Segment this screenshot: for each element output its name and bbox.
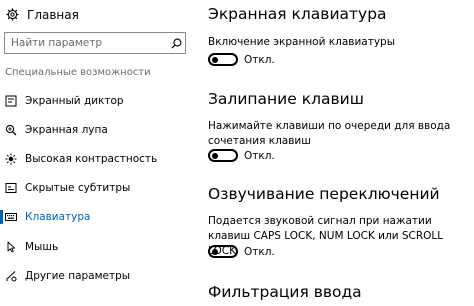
- search-input[interactable]: Найти параметр: [4, 32, 186, 54]
- sidebar-item-other-options[interactable]: Другие параметры: [0, 267, 200, 285]
- mouse-icon: [0, 241, 22, 253]
- main-content: Экранная клавиатура Включение экранной к…: [208, 0, 474, 306]
- captions-icon: [0, 182, 22, 194]
- magnifier-icon: [0, 124, 22, 136]
- home-link[interactable]: Главная: [6, 6, 79, 24]
- section-title-toggle-keys: Озвучивание переключений: [208, 185, 440, 203]
- contrast-icon: [0, 153, 22, 165]
- sidebar-item-label: Экранный диктор: [25, 95, 124, 107]
- sidebar-item-narrator[interactable]: Экранный диктор: [0, 92, 200, 110]
- sidebar-item-high-contrast[interactable]: Высокая контрастность: [0, 150, 200, 168]
- toggle-state-label: Откл.: [244, 149, 275, 162]
- toggle-switch[interactable]: [208, 53, 238, 66]
- section-title-on-screen-keyboard: Экранная клавиатура: [208, 5, 387, 23]
- search-icon[interactable]: [167, 38, 185, 49]
- toggle-knob: [212, 56, 218, 63]
- home-label: Главная: [27, 8, 79, 22]
- sidebar-item-label: Клавиатура: [25, 211, 91, 223]
- section-description: Включение экранной клавиатуры: [208, 36, 395, 48]
- search-placeholder: Найти параметр: [11, 37, 102, 49]
- sidebar-item-mouse[interactable]: Мышь: [0, 238, 200, 256]
- sidebar-item-label: Скрытые субтитры: [25, 182, 131, 194]
- toggle-state-label: Откл.: [244, 245, 275, 258]
- sidebar: Главная Найти параметр Специальные возмо…: [0, 0, 200, 306]
- sticky-keys-toggle[interactable]: Откл.: [208, 149, 275, 162]
- sidebar-item-keyboard[interactable]: Клавиатура: [0, 208, 200, 226]
- on-screen-keyboard-toggle[interactable]: Откл.: [208, 53, 275, 66]
- toggle-state-label: Откл.: [244, 53, 275, 66]
- gear-icon: [6, 6, 19, 25]
- sidebar-item-label: Экранная лупа: [25, 124, 108, 136]
- sidebar-item-captions[interactable]: Скрытые субтитры: [0, 179, 200, 197]
- sidebar-item-label: Высокая контрастность: [25, 153, 158, 165]
- section-label: Специальные возможности: [5, 67, 151, 78]
- other-options-icon: [0, 270, 22, 282]
- sidebar-item-label: Другие параметры: [25, 270, 131, 282]
- toggle-keys-toggle[interactable]: Откл.: [208, 245, 275, 258]
- toggle-knob: [212, 248, 218, 255]
- keyboard-icon: [0, 211, 22, 223]
- section-description: Нажимайте клавиши по очереди для ввода с…: [208, 120, 451, 147]
- section-title-sticky-keys: Залипание клавиш: [208, 90, 364, 108]
- sidebar-item-label: Мышь: [25, 241, 59, 253]
- narrator-icon: [0, 95, 22, 107]
- sidebar-item-magnifier[interactable]: Экранная лупа: [0, 121, 200, 139]
- section-title-filter-keys: Фильтрация ввода: [208, 283, 362, 301]
- toggle-switch[interactable]: [208, 245, 238, 258]
- toggle-knob: [212, 152, 218, 159]
- toggle-switch[interactable]: [208, 149, 238, 162]
- active-indicator: [0, 210, 3, 224]
